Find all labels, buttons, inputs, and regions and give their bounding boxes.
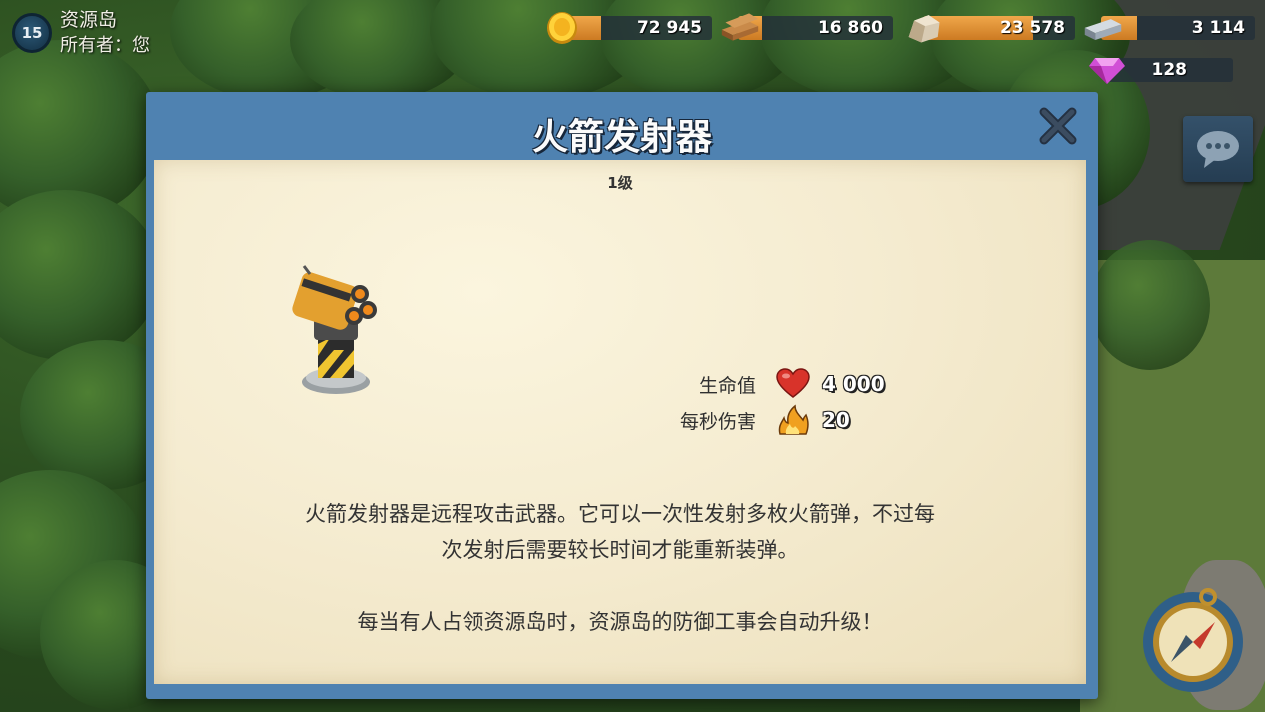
description-line: 火箭发射器是远程攻击武器。它可以一次性发射多枚火箭弹，不过每 [305, 502, 935, 526]
stat-value: 4 000 [822, 372, 885, 396]
close-icon[interactable] [1036, 104, 1080, 148]
stat-health-row: 生命值 4 000 [154, 368, 1086, 400]
player-level-badge: 15 [12, 13, 52, 53]
upgrade-note: 每当有人占领资源岛时，资源岛的防御工事会自动升级！ [357, 610, 883, 634]
player-info[interactable]: 15 资源岛 所有者：您 [12, 8, 150, 58]
stone-icon [908, 15, 940, 43]
stat-damage-row: 每秒伤害 20 [154, 404, 1086, 436]
compass-map-button[interactable] [1140, 587, 1246, 693]
stat-value: 20 [822, 408, 850, 432]
iron-resource[interactable]: 3 114 [1083, 14, 1255, 41]
island-name: 资源岛 [60, 9, 118, 31]
wood-value: 16 860 [817, 18, 883, 38]
island-owner: 所有者：您 [60, 35, 150, 56]
building-description: 火箭发射器是远程攻击武器。它可以一次性发射多枚火箭弹，不过每 次发射后需要较长时… [194, 496, 1046, 568]
info-panel: 1级 生命值 4 000 每秒伤害 20 火箭发射器是远程攻击武器。它可以一次性… [154, 160, 1086, 684]
stat-label: 每秒伤害 [679, 410, 756, 433]
chat-button[interactable] [1183, 116, 1253, 182]
building-info-dialog: 火箭发射器 1级 生命值 4 000 每秒伤害 20 火箭发射器是远程攻击武器。… [146, 92, 1098, 699]
gold-coin-icon [547, 12, 577, 44]
diamond-icon [1089, 58, 1125, 84]
iron-value: 3 114 [1191, 18, 1245, 38]
building-level: 1级 [607, 174, 633, 192]
description-line: 次发射后需要较长时间才能重新装弹。 [441, 538, 799, 562]
gold-value: 72 945 [636, 18, 702, 38]
gold-resource[interactable]: 72 945 [545, 12, 712, 44]
diamond-value: 128 [1151, 60, 1188, 80]
stone-resource[interactable]: 23 578 [905, 14, 1075, 43]
fire-icon [778, 404, 809, 435]
diamond-resource[interactable]: 128 [1087, 56, 1233, 84]
dialog-title: 火箭发射器 [531, 117, 712, 158]
iron-ingot-icon [1084, 19, 1122, 41]
wood-planks-icon [721, 13, 759, 41]
stone-value: 23 578 [999, 18, 1065, 38]
stat-label: 生命值 [698, 374, 756, 397]
heart-icon [776, 368, 810, 398]
chat-bubble-icon [1197, 131, 1239, 168]
wood-resource[interactable]: 16 860 [720, 13, 893, 41]
